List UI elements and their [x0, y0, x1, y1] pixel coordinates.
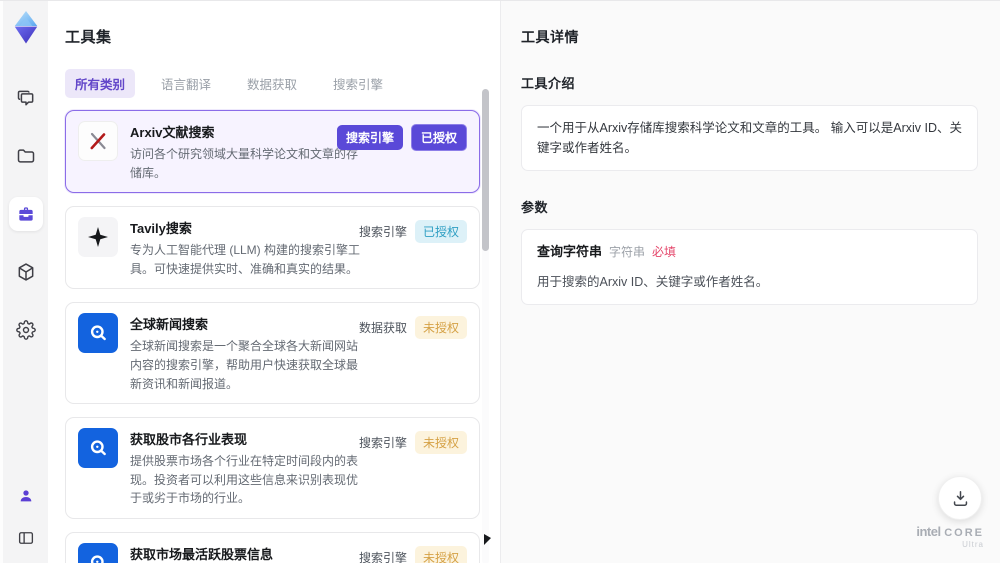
brand-intel: intel — [916, 523, 941, 539]
status-tag: 已授权 — [410, 124, 467, 151]
tab-all-categories[interactable]: 所有类别 — [65, 69, 136, 98]
news-search-icon — [78, 542, 118, 563]
param-required-badge: 必填 — [652, 245, 677, 259]
detail-title: 工具详情 — [521, 29, 579, 45]
scrollbar-track[interactable] — [482, 89, 489, 563]
toolset-pane: 工具集 所有类别 语言翻译 数据获取 搜索引擎 Arxiv文献搜索 访问各个研究… — [48, 1, 500, 563]
tab-search-engine[interactable]: 搜索引擎 — [323, 69, 393, 98]
category-tag: 搜索引擎 — [358, 436, 407, 451]
panel-toggle-icon[interactable] — [12, 524, 40, 552]
intro-heading: 工具介绍 — [521, 76, 576, 91]
tool-list: Arxiv文献搜索 访问各个研究领域大量科学论文和文章的存储库。 搜索引擎 已授… — [65, 110, 480, 563]
params-heading: 参数 — [521, 200, 549, 215]
status-tag: 未授权 — [414, 545, 467, 563]
toolbox-icon-active[interactable] — [8, 197, 43, 231]
page-title: 工具集 — [65, 29, 112, 46]
param-type: 字符串 — [609, 245, 646, 259]
category-tag: 数据获取 — [358, 321, 407, 336]
news-search-icon — [78, 313, 118, 354]
tool-description: 提供股票市场各个行业在特定时间段内的表现。投资者可以利用这些信息来识别表现优于或… — [130, 454, 359, 506]
category-tag: 搜索引擎 — [358, 225, 407, 240]
settings-gear-icon[interactable] — [9, 313, 43, 347]
category-tag: 搜索引擎 — [358, 550, 407, 563]
download-button[interactable] — [938, 476, 982, 520]
tool-name: 获取股市各行业表现 — [130, 432, 248, 448]
arxiv-logo-icon — [78, 121, 118, 161]
param-name: 查询字符串 — [537, 244, 603, 259]
tool-name: Arxiv文献搜索 — [130, 125, 215, 140]
tab-language-translation[interactable]: 语言翻译 — [151, 69, 221, 98]
sidebar-nav — [8, 81, 43, 347]
category-tag: 搜索引擎 — [336, 125, 403, 150]
param-box: 查询字符串 字符串 必填 用于搜索的Arxiv ID、关键字或作者姓名。 — [521, 229, 978, 305]
app-logo-icon[interactable] — [11, 11, 41, 44]
tab-data-acquisition[interactable]: 数据获取 — [237, 69, 307, 98]
chat-icon[interactable] — [9, 81, 43, 115]
tool-detail-pane: 工具详情 工具介绍 一个用于从Arxiv存储库搜索科学论文和文章的工具。 输入可… — [500, 1, 1000, 563]
cube-icon[interactable] — [9, 255, 43, 289]
sidebar — [0, 1, 48, 563]
param-description: 用于搜索的Arxiv ID、关键字或作者姓名。 — [537, 274, 769, 289]
tool-card-global-news[interactable]: 全球新闻搜索 全球新闻搜索是一个聚合全球各大新闻网站内容的搜索引擎，帮助用户快速… — [65, 302, 480, 405]
intro-box: 一个用于从Arxiv存储库搜索科学论文和文章的工具。 输入可以是Arxiv ID… — [521, 105, 978, 171]
tool-card-active-stocks[interactable]: 获取市场最活跃股票信息 提供当天交易量最高的股票列表。投资者可以利用这些信息来识… — [65, 531, 480, 563]
tool-name: 全球新闻搜索 — [130, 317, 209, 333]
app-window: 工具集 所有类别 语言翻译 数据获取 搜索引擎 Arxiv文献搜索 访问各个研究… — [0, 1, 1000, 563]
tool-description: 访问各个研究领域大量科学论文和文章的存储库。 — [130, 147, 359, 180]
tool-description: 全球新闻搜索是一个聚合全球各大新闻网站内容的搜索引擎，帮助用户快速获取全球最新资… — [130, 339, 359, 391]
status-tag: 已授权 — [414, 220, 467, 244]
news-search-icon — [78, 428, 118, 469]
brand-core: CORE — [944, 526, 984, 539]
tool-description: 专为人工智能代理 (LLM) 构建的搜索引擎工具。可快速提供实时、准确和真实的结… — [130, 243, 361, 276]
intel-core-logo: intel CORE Ultra — [916, 523, 984, 550]
tavily-star-icon — [78, 217, 118, 258]
scrollbar-thumb[interactable] — [482, 89, 489, 251]
tool-card-sector-performance[interactable]: 获取股市各行业表现 提供股票市场各个行业在特定时间段内的表现。投资者可以利用这些… — [65, 417, 480, 519]
tool-card-arxiv[interactable]: Arxiv文献搜索 访问各个研究领域大量科学论文和文章的存储库。 搜索引擎 已授… — [65, 110, 480, 194]
status-tag: 未授权 — [414, 316, 467, 340]
mouse-cursor — [484, 534, 491, 545]
category-tabs: 所有类别 语言翻译 数据获取 搜索引擎 — [65, 69, 500, 98]
status-tag: 未授权 — [414, 431, 467, 455]
download-icon — [953, 490, 967, 506]
user-avatar-icon[interactable] — [12, 482, 40, 510]
tool-card-tavily[interactable]: Tavily搜索 专为人工智能代理 (LLM) 构建的搜索引擎工具。可快速提供实… — [65, 206, 480, 290]
brand-ultra: Ultra — [962, 540, 984, 550]
tool-name: 获取市场最活跃股票信息 — [130, 546, 274, 562]
tool-name: Tavily搜索 — [130, 221, 192, 237]
folder-icon[interactable] — [9, 139, 43, 173]
